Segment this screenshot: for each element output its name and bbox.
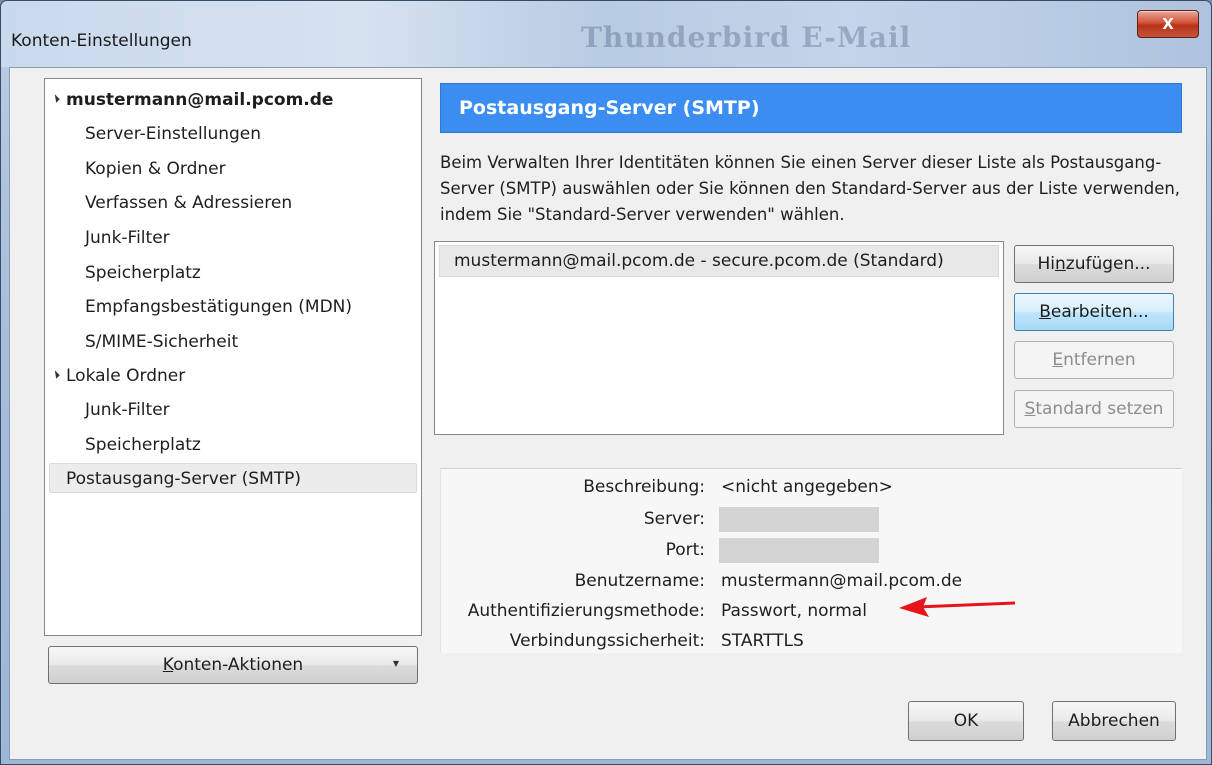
connection-security-label: Verbindungssicherheit:: [509, 631, 705, 651]
ok-button[interactable]: OK: [908, 701, 1024, 741]
mnemonic: B: [1039, 302, 1051, 322]
account-actions-label: Konten-Aktionen: [163, 655, 303, 675]
tree-item-disk-space[interactable]: Speicherplatz: [85, 258, 201, 288]
username-label: Benutzername:: [574, 571, 705, 591]
account-actions-button[interactable]: Konten-Aktionen ▼: [48, 646, 418, 684]
dialog-window: Thunderbird E-Mail Konten-Einstellungen …: [0, 0, 1212, 765]
description-value: <nicht angegeben>: [721, 477, 893, 497]
page-title: Postausgang-Server (SMTP): [440, 83, 1182, 133]
remove-label-post: ntfernen: [1063, 350, 1136, 370]
tree-item-copies-folders[interactable]: Kopien & Ordner: [85, 154, 226, 184]
tree-item-local-disk-space[interactable]: Speicherplatz: [85, 430, 201, 460]
server-label: Server:: [643, 509, 705, 529]
tree-item-receipts[interactable]: Empfangsbestätigungen (MDN): [85, 292, 352, 322]
mnemonic: E: [1052, 350, 1064, 370]
tree-item-server-settings[interactable]: Server-Einstellungen: [85, 119, 261, 149]
mnemonic: S: [1024, 399, 1036, 419]
tree-item-outgoing-server[interactable]: Postausgang-Server (SMTP): [49, 463, 417, 493]
tree-item-composition[interactable]: Verfassen & Adressieren: [85, 188, 292, 218]
background-window-text: Thunderbird E-Mail: [581, 21, 912, 54]
add-button[interactable]: Hi n zufügen...: [1014, 245, 1174, 283]
edit-button[interactable]: Bearbeiten...: [1014, 293, 1174, 331]
set-default-label-post: tandard setzen: [1035, 399, 1164, 419]
add-label-pre: Hi: [1037, 254, 1056, 274]
set-default-button[interactable]: Standard setzen: [1014, 390, 1174, 428]
tree-item-local-junk-filter[interactable]: Junk-Filter: [85, 395, 170, 425]
expanded-triangle-icon[interactable]: [51, 93, 60, 103]
connection-security-value: STARTTLS: [721, 631, 804, 651]
close-button[interactable]: X: [1137, 10, 1199, 38]
redacted-server-value: [719, 507, 879, 532]
list-item[interactable]: mustermann@mail.pcom.de - secure.pcom.de…: [439, 245, 999, 277]
account-tree[interactable]: mustermann@mail.pcom.de Server-Einstellu…: [44, 78, 422, 636]
username-value: mustermann@mail.pcom.de: [721, 571, 963, 591]
server-details: Beschreibung: <nicht angegeben> Server: …: [440, 468, 1182, 653]
account-actions-rest: onten-Aktionen: [173, 655, 304, 675]
tree-item-account[interactable]: mustermann@mail.pcom.de: [51, 85, 333, 115]
title-bar[interactable]: Thunderbird E-Mail Konten-Einstellungen …: [1, 1, 1211, 67]
red-arrow-annotation-icon: [899, 597, 1016, 617]
port-label: Port:: [665, 540, 705, 560]
dropdown-arrow-icon: ▼: [392, 659, 399, 668]
cancel-button[interactable]: Abbrechen: [1052, 701, 1176, 741]
dialog-body: mustermann@mail.pcom.de Server-Einstellu…: [9, 67, 1207, 760]
tree-item-local-folders[interactable]: Lokale Ordner: [51, 361, 185, 391]
expanded-triangle-icon[interactable]: [51, 369, 60, 379]
window-title: Konten-Einstellungen: [11, 31, 192, 51]
mnemonic: K: [162, 655, 174, 675]
smtp-server-list[interactable]: mustermann@mail.pcom.de - secure.pcom.de…: [434, 241, 1004, 435]
tree-item-junk-filter[interactable]: Junk-Filter: [85, 223, 170, 253]
auth-method-value: Passwort, normal: [721, 601, 867, 621]
panel-description: Beim Verwalten Ihrer Identitäten können …: [440, 153, 1181, 224]
edit-label-post: earbeiten...: [1050, 302, 1149, 322]
redacted-port-value: [719, 538, 879, 563]
remove-button[interactable]: Entfernen: [1014, 341, 1174, 379]
auth-method-label: Authentifizierungsmethode:: [467, 601, 705, 621]
tree-item-smime[interactable]: S/MIME-Sicherheit: [85, 327, 238, 357]
description-label: Beschreibung:: [583, 477, 705, 497]
mnemonic: n: [1055, 254, 1066, 274]
close-icon: X: [1162, 15, 1174, 33]
add-label-post: zufügen...: [1065, 254, 1151, 274]
